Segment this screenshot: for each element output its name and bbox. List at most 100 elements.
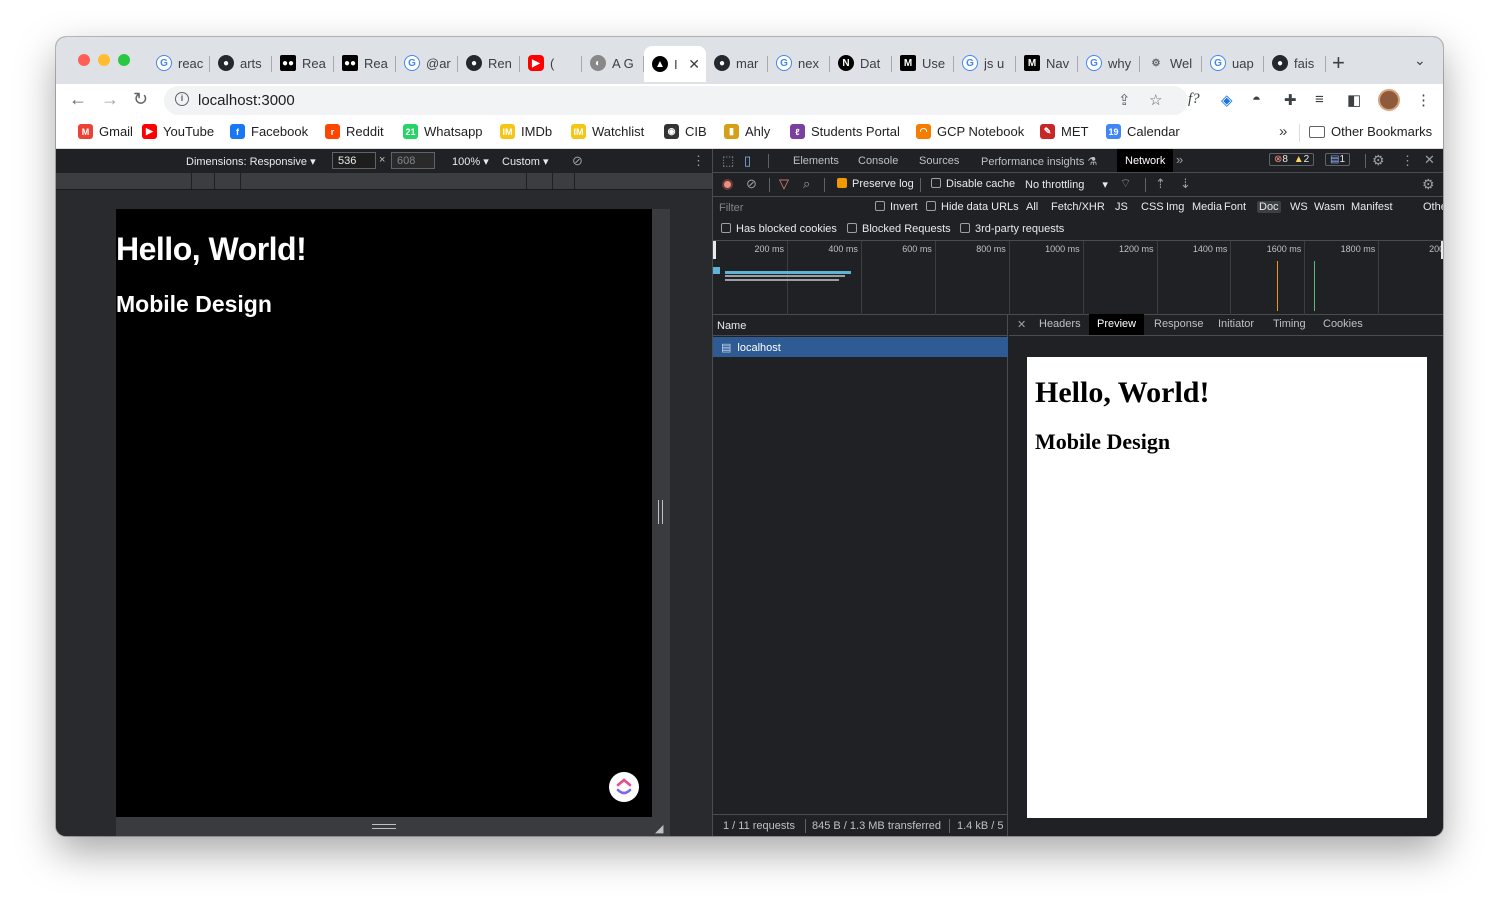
- disable-cache-checkbox[interactable]: Disable cache: [931, 178, 1015, 190]
- third-party-checkbox[interactable]: 3rd-party requests: [960, 223, 1064, 235]
- network-conditions-icon[interactable]: ⌔: [1120, 176, 1131, 191]
- browser-tab[interactable]: G @ar: [396, 48, 458, 78]
- filter-type-css[interactable]: CSS: [1139, 201, 1166, 213]
- bookmark-calendar[interactable]: 19 Calendar: [1106, 124, 1180, 139]
- tab-search-chevron-icon[interactable]: ⌄: [1414, 52, 1426, 69]
- inspect-element-icon[interactable]: ⬚: [722, 153, 734, 169]
- browser-tab[interactable]: Guap: [1202, 48, 1264, 78]
- browser-tab[interactable]: ● mar: [706, 48, 768, 78]
- right-resize-handle[interactable]: [652, 209, 670, 817]
- preserve-log-checkbox[interactable]: Preserve log: [837, 178, 914, 190]
- browser-tab[interactable]: ● Ren: [458, 48, 520, 78]
- share-icon[interactable]: ⇪: [1118, 91, 1131, 109]
- incognito-extension-icon[interactable]: ◓: [1252, 91, 1261, 108]
- bookmark-gmail[interactable]: M Gmail: [78, 124, 133, 139]
- detail-tab-initiator[interactable]: Initiator: [1210, 314, 1262, 335]
- table-row[interactable]: ▤ localhost: [713, 337, 1008, 357]
- bookmark-gcp-notebook[interactable]: ◠ GCP Notebook: [916, 124, 1024, 139]
- filter-type-media[interactable]: Media: [1190, 201, 1224, 213]
- browser-tab[interactable]: Gwhy: [1078, 48, 1140, 78]
- devtools-tab-sources[interactable]: Sources: [911, 149, 967, 172]
- has-blocked-cookies-checkbox[interactable]: Has blocked cookies: [721, 223, 837, 235]
- bookmark-star-icon[interactable]: ☆: [1149, 91, 1162, 109]
- bookmark-youtube[interactable]: ▶ YouTube: [142, 124, 214, 139]
- browser-tab[interactable]: Greac: [148, 48, 210, 78]
- devtools-tab-console[interactable]: Console: [850, 149, 906, 172]
- close-tab-icon[interactable]: ✕: [688, 56, 700, 73]
- tag-extension-icon[interactable]: ◈: [1221, 91, 1233, 109]
- profile-avatar[interactable]: [1378, 89, 1400, 111]
- export-har-icon[interactable]: ⇣: [1180, 176, 1191, 192]
- bookmark-met[interactable]: ✎ MET: [1040, 124, 1088, 139]
- name-column-header[interactable]: Name: [713, 314, 1008, 336]
- bottom-resize-handle[interactable]: ◢: [116, 817, 670, 836]
- devtools-tab-elements[interactable]: Elements: [785, 149, 847, 172]
- browser-tab[interactable]: ●● Rea: [334, 48, 396, 78]
- rotate-icon[interactable]: ⊘: [572, 153, 583, 169]
- network-settings-gear-icon[interactable]: ⚙: [1422, 176, 1435, 193]
- filter-type-fetch-xhr[interactable]: Fetch/XHR: [1049, 201, 1107, 213]
- bookmark-whatsapp[interactable]: 21 Whatsapp: [403, 124, 483, 139]
- network-overview[interactable]: 200 ms 400 ms 600 ms 800 ms 1000 ms 1200 ms 14…: [713, 241, 1443, 315]
- detail-tab-headers[interactable]: Headers: [1031, 314, 1089, 335]
- close-window-button[interactable]: [78, 54, 90, 66]
- detail-tab-timing[interactable]: Timing: [1265, 314, 1314, 335]
- filter-funnel-icon[interactable]: ▽: [779, 176, 789, 192]
- import-har-icon[interactable]: ⇡: [1155, 176, 1166, 192]
- filter-type-other[interactable]: Other: [1421, 201, 1443, 213]
- url-text[interactable]: localhost:3000: [198, 92, 295, 109]
- clear-icon[interactable]: ⊘: [746, 176, 757, 192]
- side-panel-icon[interactable]: ◧: [1347, 91, 1361, 109]
- filter-type-ws[interactable]: WS: [1288, 201, 1310, 213]
- devtools-menu-icon[interactable]: ⋮: [1401, 153, 1414, 169]
- bookmark-ahly[interactable]: ▮ Ahly: [724, 124, 770, 139]
- back-icon[interactable]: ←: [69, 89, 87, 110]
- forward-icon[interactable]: →: [101, 89, 119, 110]
- reload-icon[interactable]: ↻: [133, 89, 148, 110]
- address-bar[interactable]: i localhost:3000 ⇪ ☆: [164, 86, 1188, 115]
- record-icon[interactable]: [722, 179, 733, 190]
- dimensions-select[interactable]: Dimensions: Responsive ▾: [186, 155, 316, 168]
- search-icon[interactable]: ⌕: [803, 176, 810, 192]
- filter-type-all[interactable]: All: [1024, 201, 1040, 213]
- bookmark-imdb[interactable]: IM IMDb: [500, 124, 552, 139]
- height-input[interactable]: 608: [391, 152, 435, 169]
- filter-type-doc[interactable]: Doc: [1257, 201, 1281, 213]
- new-tab-button[interactable]: +: [1332, 50, 1345, 76]
- issues-counter[interactable]: ⊗8 ▲2: [1269, 153, 1315, 166]
- zoom-select[interactable]: 100% ▾: [452, 155, 489, 168]
- browser-tab[interactable]: ◐ A G: [582, 48, 644, 78]
- device-menu-icon[interactable]: ⋮: [692, 153, 705, 169]
- media-control-icon[interactable]: ≡: [1315, 91, 1324, 108]
- browser-tab[interactable]: Gnex: [768, 48, 830, 78]
- browser-tab[interactable]: M Use: [892, 48, 954, 78]
- throttle-select[interactable]: Custom ▾: [502, 155, 548, 168]
- detail-tab-cookies[interactable]: Cookies: [1315, 314, 1371, 335]
- more-bookmarks-chevron-icon[interactable]: »: [1279, 123, 1287, 140]
- more-tabs-icon[interactable]: »: [1176, 152, 1183, 167]
- browser-menu-icon[interactable]: ⋮: [1416, 91, 1431, 109]
- detail-tab-response[interactable]: Response: [1146, 314, 1212, 335]
- filter-type-font[interactable]: Font: [1222, 201, 1248, 213]
- invert-checkbox[interactable]: Invert: [875, 201, 918, 213]
- messages-counter[interactable]: ▤1: [1325, 153, 1351, 166]
- media-query-ruler[interactable]: [56, 173, 712, 190]
- corner-resize-icon[interactable]: ◢: [655, 822, 663, 835]
- width-input[interactable]: 536: [332, 152, 376, 169]
- formula-extension-icon[interactable]: f?: [1188, 91, 1200, 108]
- clickup-widget-icon[interactable]: [609, 772, 639, 802]
- browser-tab[interactable]: M Nav: [1016, 48, 1078, 78]
- close-devtools-icon[interactable]: ✕: [1424, 152, 1435, 168]
- close-detail-icon[interactable]: ✕: [1017, 318, 1026, 331]
- zoom-window-button[interactable]: [118, 54, 130, 66]
- device-toggle-icon[interactable]: ▯: [744, 153, 751, 169]
- other-bookmarks-folder[interactable]: Other Bookmarks: [1309, 124, 1432, 139]
- bookmark-cib[interactable]: ◉ CIB: [664, 124, 707, 139]
- bookmark-reddit[interactable]: r Reddit: [325, 124, 384, 139]
- browser-tab[interactable]: N Dat: [830, 48, 892, 78]
- filter-type-wasm[interactable]: Wasm: [1312, 201, 1347, 213]
- browser-tab[interactable]: ▲ I ✕: [644, 46, 706, 82]
- settings-gear-icon[interactable]: ⚙: [1372, 152, 1385, 169]
- browser-tab[interactable]: Gjs u: [954, 48, 1016, 78]
- hide-data-urls-checkbox[interactable]: Hide data URLs: [926, 201, 1019, 213]
